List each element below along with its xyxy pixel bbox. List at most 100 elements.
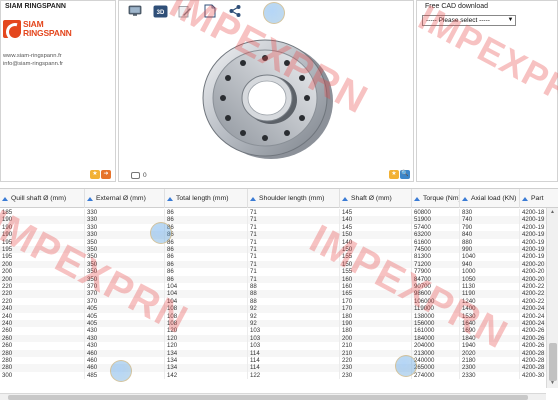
column-header-label: Shaft Ø (mm) [351, 195, 392, 202]
zoom-icon[interactable]: 🔍 [400, 170, 410, 179]
cell-shaft-diameter: 180 [340, 327, 412, 335]
table-row[interactable]: 200 350 86 71 155 77900 1000 4200-20 [0, 268, 546, 276]
table-row[interactable]: 185 330 86 71 145 60800 830 4200-18 [0, 209, 546, 217]
cell-axial-load: 1240 [460, 297, 520, 306]
locking-device-image [202, 39, 333, 159]
column-header-shoulder-length[interactable]: Shoulder length (mm) [248, 189, 340, 208]
cell-shaft-diameter: 140 [340, 238, 412, 246]
product-table: Quill shaft Ø (mm) External Ø (mm) Total l… [0, 188, 558, 400]
cell-part-number: 4200-30 [520, 372, 546, 379]
favorite-star-icon[interactable]: ★ [389, 170, 399, 179]
table-row[interactable]: 300 485 142 122 230 274000 2330 4200-30 [0, 371, 546, 380]
table-row[interactable]: 195 350 86 71 140 61600 880 4200-19 [0, 238, 546, 246]
column-header-quill-shaft[interactable]: Quill shaft Ø (mm) [0, 189, 85, 208]
comment-counter[interactable]: 0 [131, 172, 147, 179]
table-row[interactable]: 240 405 108 92 190 156000 1640 4200-24 [0, 320, 546, 328]
column-header-axial-load[interactable]: Axial load (KN) [460, 189, 520, 208]
cell-part-number: 4200-20 [520, 261, 546, 268]
cell-total-length: 86 [165, 260, 248, 269]
sort-ascending-icon[interactable] [342, 196, 348, 201]
cell-shaft-diameter: 170 [340, 305, 412, 313]
table-row[interactable]: 280 460 134 114 220 240000 2180 4200-28 [0, 357, 546, 365]
table-row[interactable]: 190 330 86 71 150 63200 840 4200-19 [0, 231, 546, 239]
vertical-scroll-thumb[interactable] [549, 343, 557, 381]
cell-external-diameter: 370 [85, 283, 165, 291]
table-row[interactable]: 195 350 86 71 150 74500 990 4200-19 [0, 246, 546, 254]
3d-icon[interactable]: 3D [152, 4, 168, 18]
table-row[interactable]: 280 460 134 114 210 213000 2020 4200-28 [0, 349, 546, 357]
cell-quill-shaft: 240 [0, 305, 85, 313]
table-row[interactable]: 195 350 86 71 155 81300 1040 4200-19 [0, 253, 546, 261]
column-header-part-number[interactable]: Part [520, 189, 558, 208]
cell-part-number: 4200-18 [520, 209, 546, 216]
sort-ascending-icon[interactable] [250, 196, 256, 201]
cell-part-number: 4200-19 [520, 239, 546, 246]
forward-arrow-icon[interactable]: ➜ [101, 170, 111, 179]
cad-format-select[interactable]: ----- Please select ----- ▼ [422, 15, 516, 26]
column-header-torque[interactable]: Torque (Nm) [412, 189, 460, 208]
table-row[interactable]: 220 370 104 88 160 90700 1130 4200-22 [0, 283, 546, 291]
table-row[interactable]: 220 370 104 88 165 98600 1190 4200-22 [0, 290, 546, 298]
sort-ascending-icon[interactable] [462, 196, 468, 201]
favorite-star-icon[interactable]: ★ [90, 170, 100, 179]
brand-contact: www.siam-ringspann.fr info@siam-ringspan… [3, 52, 63, 68]
horizontal-scrollbar[interactable] [0, 393, 546, 400]
cell-total-length: 86 [165, 268, 248, 276]
table-row[interactable]: 220 370 104 88 170 106000 1240 4200-22 [0, 297, 546, 306]
sort-ascending-icon[interactable] [87, 196, 93, 201]
cell-part-number: 4200-22 [520, 298, 546, 305]
cell-quill-shaft: 200 [0, 260, 85, 269]
document-icon[interactable] [202, 4, 218, 18]
scroll-down-icon[interactable]: ▼ [547, 379, 558, 388]
cell-axial-load: 2020 [460, 349, 520, 357]
cell-axial-load: 940 [460, 260, 520, 269]
cell-part-number: 4200-20 [520, 268, 546, 275]
horizontal-scroll-thumb[interactable] [8, 395, 528, 400]
sort-ascending-icon[interactable] [414, 196, 420, 201]
cell-quill-shaft: 220 [0, 297, 85, 306]
column-header-shaft-diameter[interactable]: Shaft Ø (mm) [340, 189, 412, 208]
table-row[interactable]: 200 350 86 71 160 84700 1050 4200-20 [0, 275, 546, 283]
sort-ascending-icon[interactable] [522, 196, 528, 201]
cell-shoulder-length: 114 [248, 357, 340, 365]
brand-logo: SIAM RINGSPANN [3, 20, 72, 38]
cell-shaft-diameter: 145 [340, 209, 412, 217]
cell-total-length: 134 [165, 357, 248, 365]
cell-shoulder-length: 103 [248, 334, 340, 343]
cell-total-length: 86 [165, 253, 248, 261]
table-row[interactable]: 240 405 108 92 180 138000 1530 4200-24 [0, 312, 546, 320]
cell-axial-load: 1530 [460, 312, 520, 320]
monitor-icon[interactable] [127, 4, 143, 18]
table-row[interactable]: 280 460 134 114 230 265000 2300 4200-28 [0, 364, 546, 372]
cell-axial-load: 1000 [460, 268, 520, 276]
brand-website-link[interactable]: www.siam-ringspann.fr [3, 52, 63, 60]
brand-email-link[interactable]: info@siam-ringspann.fr [3, 60, 63, 68]
cell-total-length: 86 [165, 223, 248, 232]
table-row[interactable]: 240 405 108 92 170 119000 1400 4200-24 [0, 305, 546, 313]
table-row[interactable]: 260 430 120 103 210 204000 1940 4200-26 [0, 342, 546, 350]
sort-ascending-icon[interactable] [167, 196, 173, 201]
cell-quill-shaft: 280 [0, 357, 85, 365]
cell-shoulder-length: 71 [248, 238, 340, 246]
column-header-external-diameter[interactable]: External Ø (mm) [85, 189, 165, 208]
table-row[interactable]: 190 330 86 71 145 57400 790 4200-19 [0, 223, 546, 232]
table-row[interactable]: 260 430 120 103 180 161000 1690 4200-26 [0, 327, 546, 335]
scroll-up-icon[interactable]: ▲ [547, 208, 558, 217]
cell-torque: 184000 [412, 334, 460, 343]
share-icon[interactable] [227, 4, 243, 18]
cell-quill-shaft: 195 [0, 246, 85, 254]
edit-icon[interactable] [177, 4, 193, 18]
cell-shoulder-length: 71 [248, 246, 340, 254]
cell-torque: 274000 [412, 371, 460, 380]
vertical-scrollbar[interactable]: ▲ ▼ [546, 208, 558, 388]
3d-icon-label: 3D [156, 10, 164, 16]
table-row[interactable]: 260 430 120 103 200 184000 1840 4200-26 [0, 334, 546, 343]
sort-ascending-icon[interactable] [2, 196, 8, 201]
table-row[interactable]: 200 350 86 71 150 71200 940 4200-20 [0, 260, 546, 269]
cell-axial-load: 1050 [460, 275, 520, 283]
table-row[interactable]: 190 330 86 71 140 51900 740 4200-19 [0, 216, 546, 224]
column-header-total-length[interactable]: Total length (mm) [165, 189, 248, 208]
cell-shoulder-length: 71 [248, 231, 340, 239]
cell-quill-shaft: 190 [0, 223, 85, 232]
brand-logo-mark-icon [3, 20, 21, 38]
